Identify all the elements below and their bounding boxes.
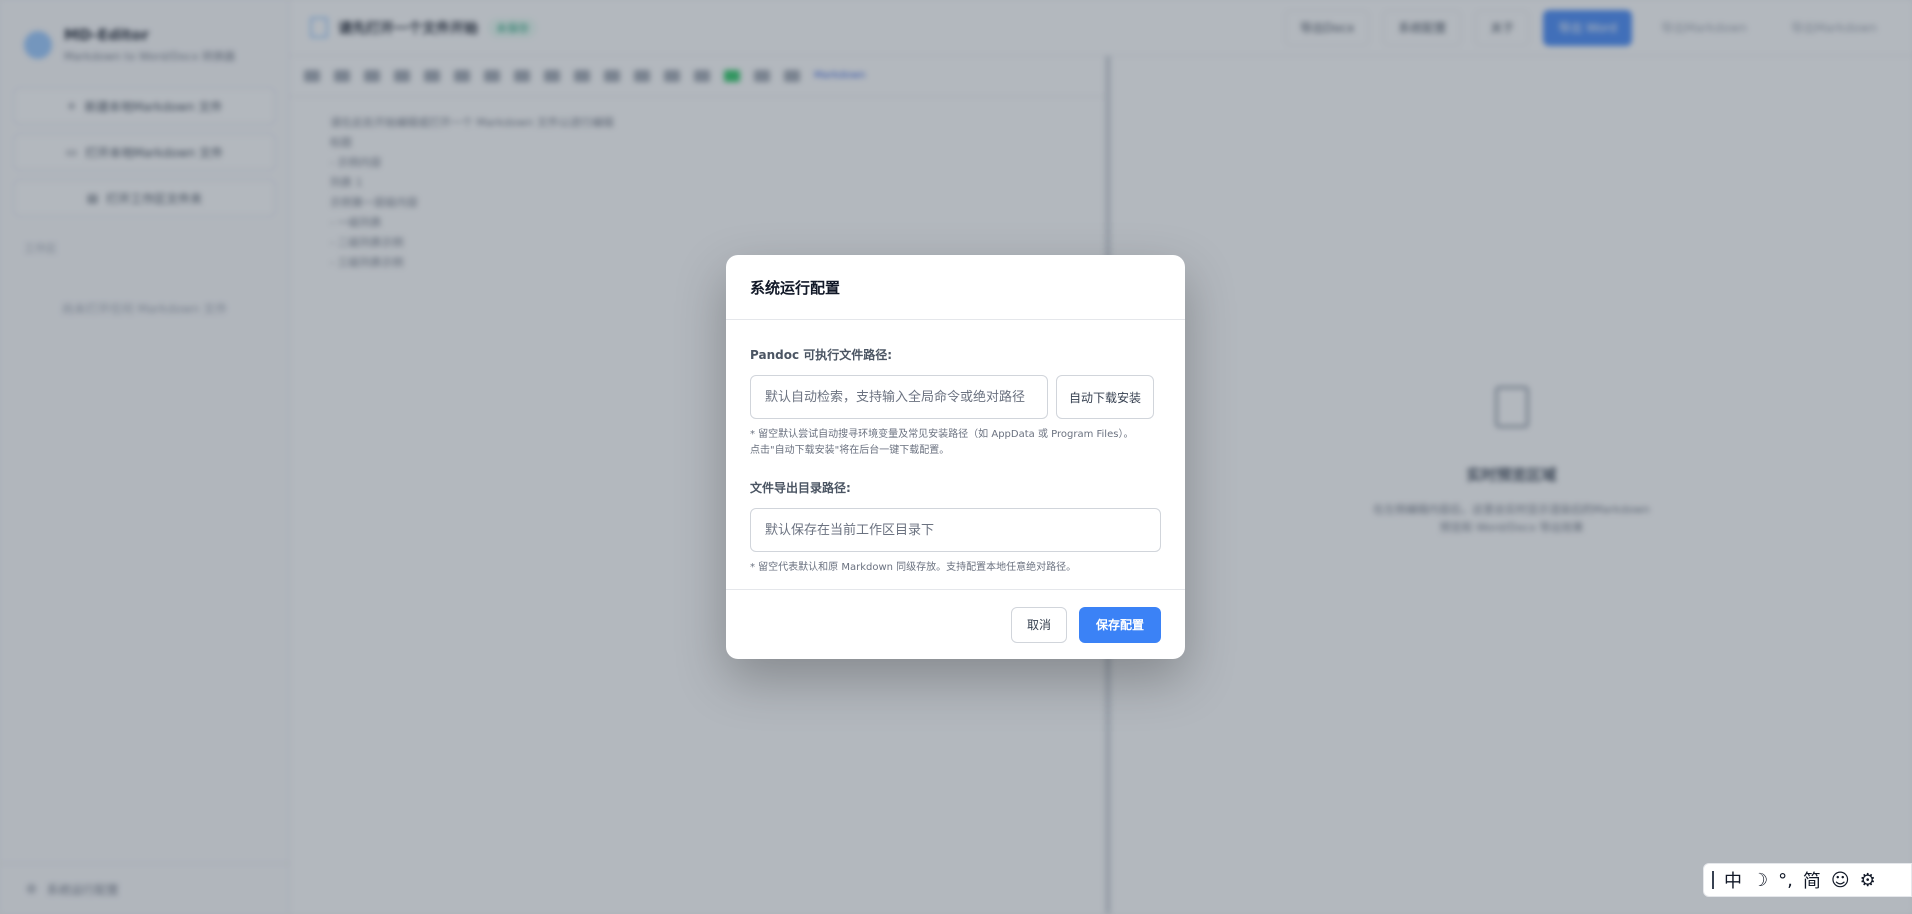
export-dir-input[interactable] [750,508,1161,552]
smiley-icon[interactable]: ☺ [1831,870,1850,891]
save-config-button[interactable]: 保存配置 [1078,606,1161,643]
pandoc-hint: * 留空默认尝试自动搜寻环境变量及常见安装路径（如 AppData 或 Prog… [750,429,1134,456]
moon-icon[interactable]: ☽ [1752,870,1768,891]
dialog-footer: 取消 保存配置 [726,589,1185,659]
gear-icon[interactable]: ⚙ [1860,870,1876,891]
ime-language-toggle[interactable]: 中 [1724,867,1742,893]
dialog-body: Pandoc 可执行文件路径: 自动下载安装 * 留空默认尝试自动搜寻环境变量及… [726,346,1185,576]
auto-install-button[interactable]: 自动下载安装 [1056,375,1155,419]
dialog-title: 系统运行配置 [750,278,841,297]
pandoc-path-input[interactable] [750,375,1048,419]
dialog-header: 系统运行配置 [726,255,1185,320]
ime-toolbar: 中 ☽ °, 简 ☺ ⚙ [1703,863,1912,897]
export-hint: * 留空代表默认和原 Markdown 同级存放。支持配置本地任意绝对路径。 [750,562,1077,573]
cancel-button[interactable]: 取消 [1010,606,1067,643]
pandoc-path-label: Pandoc 可执行文件路径: [750,348,893,362]
ime-variant-toggle[interactable]: 简 [1803,867,1821,893]
settings-dialog: 系统运行配置 Pandoc 可执行文件路径: 自动下载安装 * 留空默认尝试自动… [726,255,1185,659]
ime-drag-handle[interactable] [1712,871,1714,889]
ime-punctuation-toggle[interactable]: °, [1778,870,1793,891]
export-dir-label: 文件导出目录路径: [750,481,851,495]
